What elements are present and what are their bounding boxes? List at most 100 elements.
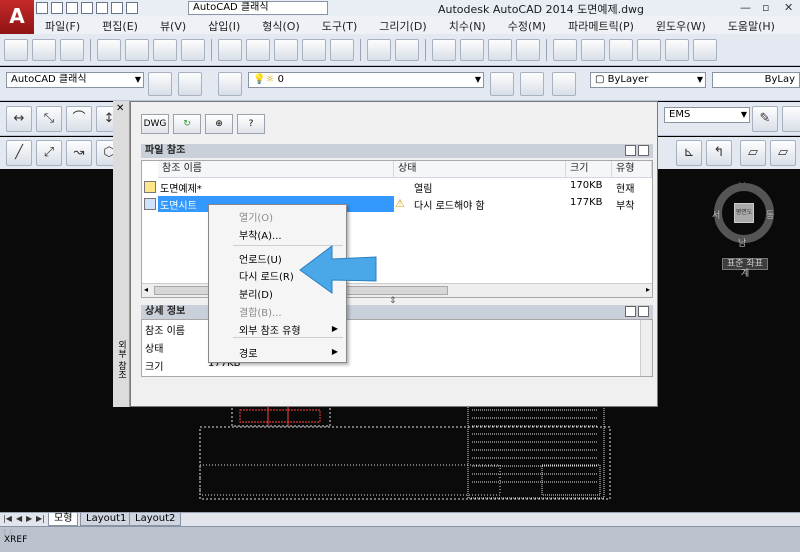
paste-icon[interactable] bbox=[274, 38, 298, 61]
design-center-icon[interactable] bbox=[581, 38, 605, 61]
help-button[interactable]: ? bbox=[237, 114, 265, 134]
tree-view-icon[interactable] bbox=[638, 145, 649, 156]
menu-help[interactable]: 도움말(H) bbox=[717, 16, 786, 34]
sheet-set-icon[interactable] bbox=[637, 38, 661, 61]
menu-item-reload[interactable]: 다시 로드(R) bbox=[239, 268, 294, 283]
tool-palettes-icon[interactable] bbox=[609, 38, 633, 61]
layer-select[interactable]: 💡☼ 0 ▼ bbox=[248, 72, 484, 88]
wcs-menu[interactable]: 표준 좌표계 bbox=[722, 258, 768, 279]
redo-icon[interactable] bbox=[126, 2, 138, 14]
match-properties-icon[interactable] bbox=[302, 38, 326, 61]
plot-preview-icon[interactable] bbox=[125, 38, 149, 61]
zoom-realtime-icon[interactable] bbox=[460, 38, 484, 61]
refresh-button[interactable]: ↻ bbox=[173, 114, 201, 134]
menu-item-path[interactable]: 경로 bbox=[239, 345, 257, 360]
attach-dwg-button[interactable]: DWG bbox=[141, 114, 169, 134]
properties-icon[interactable] bbox=[553, 38, 577, 61]
maximize-button[interactable]: ▫ bbox=[762, 1, 769, 14]
zoom-previous-icon[interactable] bbox=[516, 38, 540, 61]
ucs-previous-icon[interactable]: ↰ bbox=[706, 140, 732, 166]
column-header-type[interactable]: 유형 bbox=[612, 161, 652, 178]
open-file-icon[interactable] bbox=[51, 2, 63, 14]
markup-icon[interactable] bbox=[665, 38, 689, 61]
last-tab-icon[interactable]: ▶| bbox=[36, 514, 45, 523]
new-icon[interactable] bbox=[4, 38, 28, 61]
construction-line-icon[interactable]: ⤢ bbox=[36, 140, 62, 166]
menu-modify[interactable]: 수정(M) bbox=[497, 16, 557, 34]
plot-icon[interactable] bbox=[96, 2, 108, 14]
calculator-icon[interactable] bbox=[693, 38, 717, 61]
tab-layout2[interactable]: Layout2 bbox=[129, 513, 182, 526]
viewcube[interactable]: 평면도 bbox=[714, 183, 774, 243]
menu-item-unload[interactable]: 언로드(U) bbox=[239, 251, 282, 266]
viewcube-south[interactable]: 남 bbox=[738, 236, 746, 249]
preview-view-icon[interactable] bbox=[638, 306, 649, 317]
modify-icon[interactable] bbox=[782, 106, 800, 132]
viewcube-west[interactable]: 서 bbox=[712, 208, 720, 221]
redo-icon[interactable] bbox=[395, 38, 419, 61]
linear-dimension-icon[interactable]: ↔ bbox=[6, 106, 32, 132]
arc-length-icon[interactable]: ⌒ bbox=[66, 106, 92, 132]
scroll-left-icon[interactable]: ◂ bbox=[144, 285, 148, 294]
menu-dimension[interactable]: 치수(N) bbox=[438, 16, 497, 34]
close-icon[interactable]: ✕ bbox=[116, 103, 124, 114]
change-path-button[interactable]: ⊕ bbox=[205, 114, 233, 134]
details-view-icon[interactable] bbox=[625, 306, 636, 317]
make-current-layer-icon[interactable] bbox=[490, 72, 514, 96]
save-icon[interactable] bbox=[66, 2, 78, 14]
application-menu-button[interactable]: A bbox=[0, 0, 34, 34]
brush-icon[interactable]: ✎ bbox=[752, 106, 778, 132]
copy-icon[interactable] bbox=[246, 38, 270, 61]
aligned-dimension-icon[interactable]: ⤡ bbox=[36, 106, 62, 132]
menu-tools[interactable]: 도구(T) bbox=[311, 16, 369, 34]
polyline-icon[interactable]: ↝ bbox=[66, 140, 92, 166]
menu-item-attach[interactable]: 부착(A)... bbox=[239, 227, 282, 242]
workspace-settings-icon[interactable] bbox=[148, 72, 172, 96]
menu-format[interactable]: 형식(O) bbox=[251, 16, 310, 34]
view-icon[interactable]: ▱ bbox=[740, 140, 766, 166]
vertical-scrollbar[interactable] bbox=[640, 320, 652, 376]
tab-layout1[interactable]: Layout1 bbox=[80, 513, 133, 526]
undo-icon[interactable] bbox=[367, 38, 391, 61]
view-3d-icon[interactable]: ▱ bbox=[770, 140, 796, 166]
save-icon[interactable] bbox=[60, 38, 84, 61]
menu-insert[interactable]: 삽입(I) bbox=[197, 16, 251, 34]
list-view-icon[interactable] bbox=[625, 145, 636, 156]
table-row[interactable]: 도면예제* 열림 170KB 현재 bbox=[142, 179, 652, 195]
workspace-combo[interactable]: AutoCAD 클래식 bbox=[188, 1, 328, 15]
menu-edit[interactable]: 편집(E) bbox=[91, 16, 149, 34]
3d-print-icon[interactable] bbox=[181, 38, 205, 61]
prev-tab-icon[interactable]: ◀ bbox=[16, 514, 22, 523]
viewcube-face[interactable]: 평면도 bbox=[734, 203, 754, 223]
command-line[interactable]: ⋮⋮ XREF bbox=[0, 526, 800, 552]
print-icon[interactable] bbox=[97, 38, 121, 61]
save-as-icon[interactable] bbox=[81, 2, 93, 14]
tab-model[interactable]: 모형 bbox=[48, 513, 79, 526]
workspace-select[interactable]: AutoCAD 클래식 ▼ bbox=[6, 72, 144, 88]
color-select[interactable]: ▢ ByLayer ▼ bbox=[590, 72, 706, 88]
column-header-size[interactable]: 크기 bbox=[566, 161, 612, 178]
layer-properties-icon[interactable] bbox=[218, 72, 242, 96]
linetype-select[interactable]: ByLay bbox=[712, 72, 800, 88]
publish-icon[interactable] bbox=[153, 38, 177, 61]
ucs-icon[interactable]: ⊾ bbox=[676, 140, 702, 166]
menu-item-xref-type[interactable]: 외부 참조 유형 bbox=[239, 322, 301, 337]
minimize-button[interactable]: — bbox=[740, 1, 751, 14]
open-icon[interactable] bbox=[32, 38, 56, 61]
undo-icon[interactable] bbox=[111, 2, 123, 14]
column-header-status[interactable]: 상태 bbox=[394, 161, 566, 178]
viewcube-east[interactable]: 동 bbox=[766, 208, 774, 221]
menu-file[interactable]: 파일(F) bbox=[34, 16, 91, 34]
cut-icon[interactable] bbox=[218, 38, 242, 61]
layer-previous-icon[interactable] bbox=[520, 72, 544, 96]
menu-view[interactable]: 뷰(V) bbox=[149, 16, 197, 34]
close-button[interactable]: ✕ bbox=[784, 1, 793, 14]
first-tab-icon[interactable]: |◀ bbox=[3, 514, 12, 523]
menu-parametric[interactable]: 파라메트릭(P) bbox=[557, 16, 645, 34]
block-editor-icon[interactable] bbox=[330, 38, 354, 61]
line-icon[interactable]: ╱ bbox=[6, 140, 32, 166]
menu-draw[interactable]: 그리기(D) bbox=[368, 16, 437, 34]
customize-icon[interactable] bbox=[178, 72, 202, 96]
layer-state-icon[interactable] bbox=[552, 72, 576, 96]
zoom-window-icon[interactable] bbox=[488, 38, 512, 61]
